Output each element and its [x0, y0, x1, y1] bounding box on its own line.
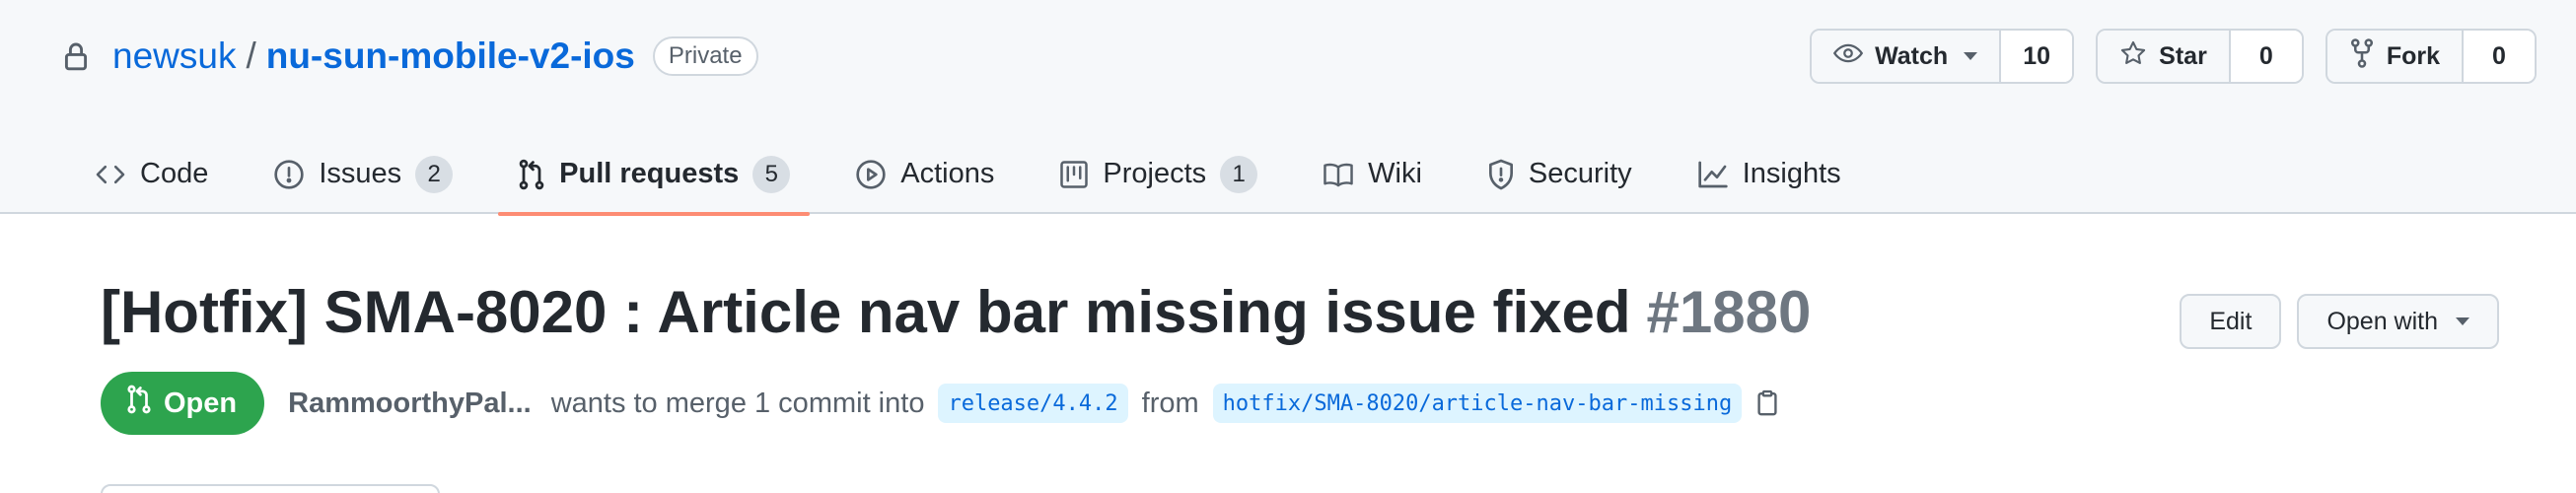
star-icon: [2119, 39, 2147, 74]
issue-opened-icon: [273, 159, 305, 190]
repo-actions: Watch 10 Star 0 Fork 0: [1810, 29, 2537, 84]
star-button-group: Star 0: [2096, 29, 2304, 84]
chevron-down-icon: [2456, 317, 2469, 325]
tab-projects[interactable]: Projects 1: [1039, 134, 1277, 214]
star-count[interactable]: 0: [2230, 31, 2302, 82]
pr-from-text: from: [1141, 387, 1199, 419]
tab-code[interactable]: Code: [75, 134, 228, 214]
repo-header: newsuk / nu-sun-mobile-v2-ios Private Wa…: [0, 0, 2576, 216]
pr-number: #1880: [1646, 279, 1812, 345]
star-label: Star: [2159, 41, 2207, 70]
tab-projects-label: Projects: [1103, 158, 1207, 189]
tab-security-label: Security: [1528, 158, 1632, 189]
repo-path-separator: /: [246, 35, 256, 76]
pr-meta: Open RammoorthyPal... wants to merge 1 c…: [101, 372, 1779, 435]
chevron-down-icon: [1964, 52, 1978, 60]
repo-title: newsuk / nu-sun-mobile-v2-ios Private: [63, 31, 758, 82]
git-pull-request-icon: [126, 385, 152, 422]
tab-wiki[interactable]: Wiki: [1303, 134, 1442, 214]
lock-icon: [63, 38, 93, 74]
tab-insights-label: Insights: [1742, 158, 1841, 189]
pr-title: [Hotfix] SMA-8020 : Article nav bar miss…: [101, 278, 1811, 346]
pr-state-label: Open: [164, 387, 238, 419]
tab-issues-label: Issues: [319, 158, 402, 189]
watch-count[interactable]: 10: [2001, 31, 2073, 82]
edit-button[interactable]: Edit: [2180, 294, 2282, 349]
open-with-label: Open with: [2326, 307, 2438, 335]
star-button[interactable]: Star: [2098, 31, 2231, 82]
graph-icon: [1697, 160, 1729, 189]
copy-icon[interactable]: [1755, 389, 1779, 417]
tab-pull-requests-label: Pull requests: [559, 158, 740, 189]
fork-label: Fork: [2386, 41, 2440, 70]
pr-author-link[interactable]: RammoorthyPal...: [288, 387, 532, 420]
repo-forked-icon: [2349, 37, 2375, 75]
pr-actions: Edit Open with: [2180, 294, 2499, 349]
git-pull-request-icon: [518, 159, 545, 190]
open-with-button[interactable]: Open with: [2297, 294, 2499, 349]
watch-label: Watch: [1875, 41, 1949, 70]
repo-owner-link[interactable]: newsuk: [112, 35, 236, 77]
tab-pull-requests[interactable]: Pull requests 5: [498, 134, 811, 216]
pull-requests-counter: 5: [752, 155, 791, 193]
pr-title-text: [Hotfix] SMA-8020 : Article nav bar miss…: [101, 279, 1631, 345]
project-icon: [1059, 160, 1089, 189]
code-icon: [95, 162, 126, 187]
tab-code-label: Code: [140, 158, 209, 189]
pr-state-badge: Open: [101, 372, 265, 435]
fork-count[interactable]: 0: [2464, 31, 2535, 82]
watch-button[interactable]: Watch: [1812, 31, 2002, 82]
watch-button-group: Watch 10: [1810, 29, 2075, 84]
tab-wiki-label: Wiki: [1368, 158, 1422, 189]
tab-actions[interactable]: Actions: [835, 134, 1014, 214]
tab-insights[interactable]: Insights: [1678, 134, 1861, 214]
shield-icon: [1487, 159, 1515, 190]
projects-counter: 1: [1220, 155, 1258, 193]
repo-name-link[interactable]: nu-sun-mobile-v2-ios: [266, 35, 635, 77]
eye-icon: [1833, 42, 1864, 71]
tab-issues[interactable]: Issues 2: [253, 134, 472, 214]
issues-counter: 2: [415, 155, 454, 193]
fork-button-group: Fork 0: [2325, 29, 2537, 84]
tab-actions-label: Actions: [900, 158, 995, 189]
tab-security[interactable]: Security: [1467, 134, 1652, 214]
base-branch-link[interactable]: release/4.4.2: [938, 384, 1128, 423]
visibility-badge: Private: [652, 36, 758, 76]
partial-box-below: [101, 484, 440, 493]
fork-button[interactable]: Fork: [2326, 31, 2464, 82]
book-icon: [1323, 161, 1354, 188]
play-icon: [855, 159, 887, 190]
head-branch-link[interactable]: hotfix/SMA-8020/article-nav-bar-missing: [1212, 384, 1743, 423]
repo-nav: Code Issues 2 Pull requests 5 Actions Pr…: [75, 134, 1887, 216]
pr-merge-text: wants to merge 1 commit into: [550, 387, 925, 419]
